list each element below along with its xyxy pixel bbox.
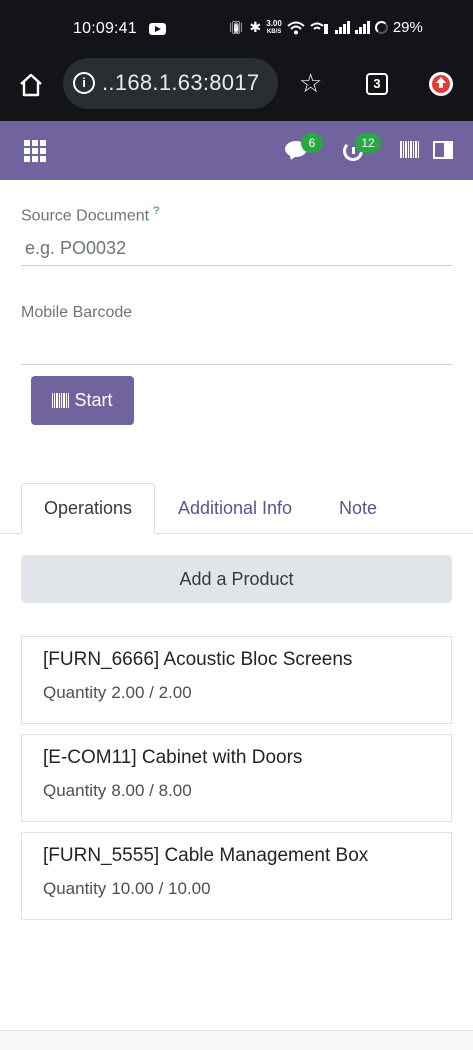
sidebar-toggle-icon[interactable] <box>433 141 453 159</box>
tab-operations[interactable]: Operations <box>21 483 155 534</box>
quantity-label: Quantity <box>43 781 107 800</box>
tab-note[interactable]: Note <box>327 483 389 534</box>
quantity-label: Quantity <box>43 879 107 898</box>
bluetooth-icon: ✱ <box>249 19 262 35</box>
battery-icon <box>374 21 388 34</box>
wifi-calling-icon <box>310 22 328 34</box>
update-arrow-stem <box>439 83 443 88</box>
quantity-label: Quantity <box>43 683 107 702</box>
signal-icon <box>334 21 350 34</box>
source-document-label-text: Source Document <box>21 207 150 225</box>
operation-card[interactable]: [E-COM11] Cabinet with Doors Quantity 8.0… <box>21 734 452 822</box>
source-document-label: Source Document? <box>21 205 159 225</box>
product-quantity: Quantity 8.00 / 8.00 <box>43 781 192 801</box>
start-button-label: Start <box>74 390 113 410</box>
status-time: 10:09:41 <box>73 20 137 37</box>
tabs-icon[interactable]: 3 <box>366 73 388 95</box>
status-icons: 📳︎ ✱ 3.00 KB/S 29% <box>228 19 423 36</box>
wifi-icon <box>287 21 305 34</box>
network-speed-value: 3.00 <box>266 18 282 28</box>
network-speed-unit: KB/S <box>266 28 282 35</box>
mobile-barcode-label: Mobile Barcode <box>21 304 133 321</box>
network-speed: 3.00 KB/S <box>266 18 282 36</box>
help-tooltip-icon[interactable]: ? <box>153 205 159 217</box>
battery-percent: 29% <box>392 19 423 36</box>
product-name: [E-COM11] Cabinet with Doors <box>43 747 303 768</box>
signal-icon <box>354 21 370 34</box>
info-icon[interactable]: i <box>73 72 95 94</box>
operation-card[interactable]: [FURN_6666] Acoustic Bloc Screens Quanti… <box>21 636 452 724</box>
tab-additional-info[interactable]: Additional Info <box>165 483 305 534</box>
quantity-value: 10.00 / 10.00 <box>111 879 211 898</box>
product-name: [FURN_5555] Cable Management Box <box>43 845 369 866</box>
url-text[interactable]: ..168.1.63:8017 <box>102 70 272 96</box>
star-icon[interactable]: ☆ <box>299 70 322 96</box>
add-product-button[interactable]: Add a Product <box>21 555 452 603</box>
operation-card[interactable]: [FURN_5555] Cable Management Box Quantit… <box>21 832 452 920</box>
barcode-icon[interactable] <box>400 141 420 158</box>
product-name: [FURN_6666] Acoustic Bloc Screens <box>43 649 353 670</box>
product-quantity: Quantity 10.00 / 10.00 <box>43 879 211 899</box>
home-icon[interactable] <box>18 72 44 98</box>
barcode-icon <box>52 393 70 408</box>
product-quantity: Quantity 2.00 / 2.00 <box>43 683 192 703</box>
quantity-value: 2.00 / 2.00 <box>111 683 192 702</box>
vibrate-icon: 📳︎ <box>228 19 245 35</box>
messages-count-badge: 6 <box>301 133 323 153</box>
source-document-input[interactable] <box>21 232 452 266</box>
activities-count-badge: 12 <box>355 133 381 153</box>
mobile-barcode-input[interactable] <box>21 331 452 365</box>
start-button[interactable]: Start <box>31 376 134 425</box>
footer-strip <box>0 1031 473 1050</box>
youtube-icon <box>149 23 166 35</box>
status-bar: 10:09:41 📳︎ ✱ 3.00 KB/S 29% <box>0 0 473 58</box>
quantity-value: 8.00 / 8.00 <box>111 781 192 800</box>
apps-icon[interactable] <box>24 140 46 162</box>
